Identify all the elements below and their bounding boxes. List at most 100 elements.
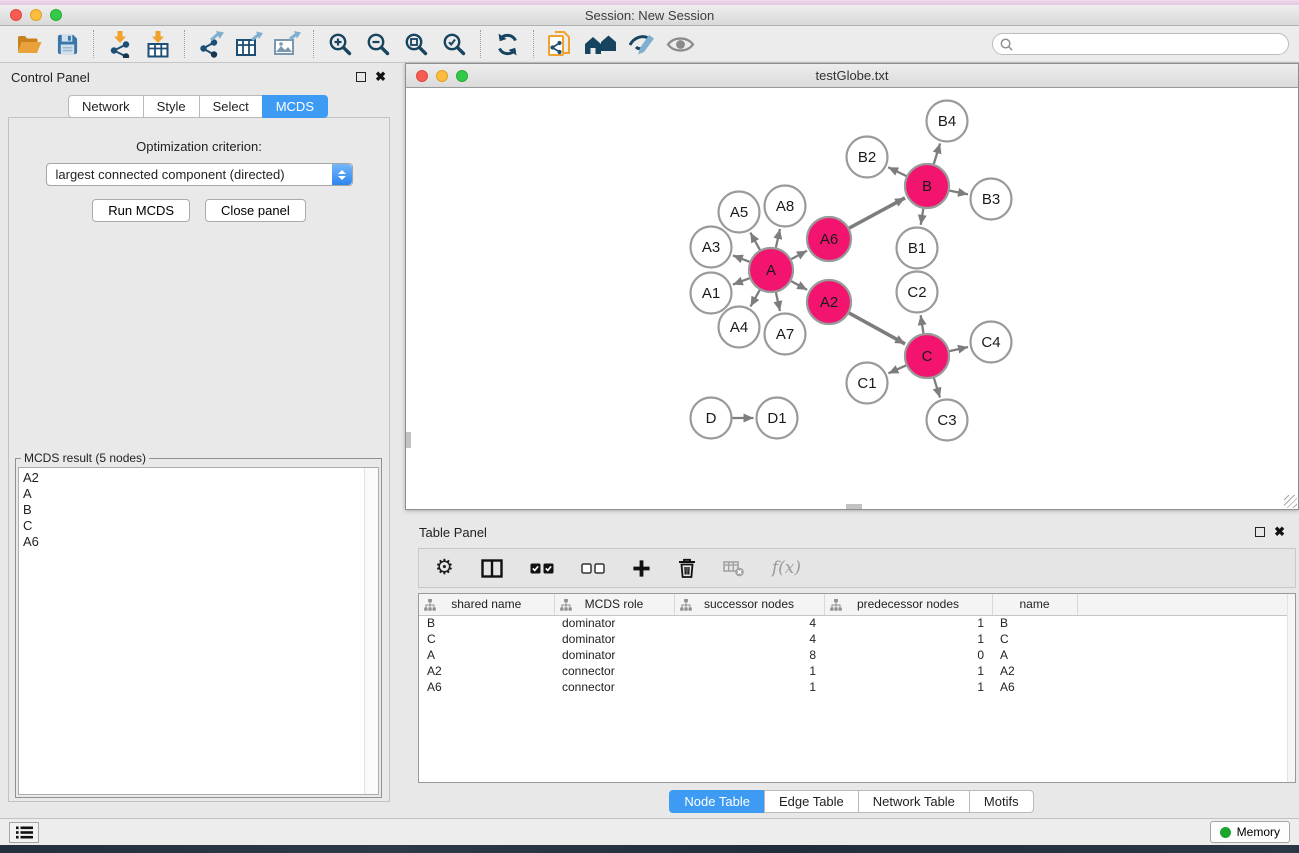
search-box[interactable]	[992, 33, 1289, 55]
import-table-icon[interactable]	[139, 28, 177, 60]
tab-network-table[interactable]: Network Table	[858, 790, 970, 813]
mcds-result-item[interactable]: A2	[23, 470, 374, 486]
zoom-selected-icon[interactable]	[435, 28, 473, 60]
graph-node-A2[interactable]: A2	[807, 280, 851, 324]
graph-edge-A2-C[interactable]	[849, 313, 905, 344]
mcds-result-list[interactable]: A2ABCA6	[18, 467, 379, 795]
run-mcds-button[interactable]: Run MCDS	[92, 199, 190, 222]
float-panel-icon[interactable]	[356, 72, 366, 82]
graph-node-B2[interactable]: B2	[847, 137, 888, 178]
table-cell[interactable]: 1	[674, 663, 824, 679]
tab-mcds[interactable]: MCDS	[262, 95, 328, 118]
table-cell[interactable]: dominator	[554, 615, 674, 631]
table-cell[interactable]: 0	[824, 647, 992, 663]
delete-column-icon[interactable]	[678, 555, 696, 581]
close-table-panel-icon[interactable]: ✖	[1274, 527, 1285, 537]
graph-node-C1[interactable]: C1	[847, 363, 888, 404]
graph-node-C4[interactable]: C4	[971, 322, 1012, 363]
select-all-checkboxes-icon[interactable]	[530, 555, 554, 581]
network-overview-icon[interactable]	[579, 28, 623, 60]
table-row[interactable]: A6connector11A6	[419, 679, 1295, 695]
graph-node-C2[interactable]: C2	[897, 272, 938, 313]
graph-node-B1[interactable]: B1	[897, 228, 938, 269]
network-canvas[interactable]: B4B2BB3A8A5A6A3B1AC2A1A2A4A7C4CC1C3DD1	[406, 89, 1298, 509]
duplicate-network-icon[interactable]	[541, 28, 579, 60]
graph-node-D1[interactable]: D1	[757, 398, 798, 439]
table-cell[interactable]: dominator	[554, 647, 674, 663]
network-graph[interactable]: B4B2BB3A8A5A6A3B1AC2A1A2A4A7C4CC1C3DD1	[406, 89, 1298, 509]
graph-node-B[interactable]: B	[905, 164, 949, 208]
graph-edge-A-A1[interactable]	[733, 278, 750, 284]
graph-node-A1[interactable]: A1	[691, 273, 732, 314]
graph-node-B4[interactable]: B4	[927, 101, 968, 142]
graph-node-A5[interactable]: A5	[719, 192, 760, 233]
resize-grip-icon[interactable]	[1284, 495, 1297, 508]
zoom-in-icon[interactable]	[321, 28, 359, 60]
table-cell[interactable]: 1	[824, 631, 992, 647]
canvas-horizontal-scroll-nub[interactable]	[846, 504, 862, 509]
criterion-select[interactable]: largest connected component (directed)	[46, 163, 353, 186]
export-network-icon[interactable]	[192, 28, 230, 60]
table-cell[interactable]: A2	[992, 663, 1077, 679]
search-input[interactable]	[1018, 37, 1281, 51]
table-cell[interactable]: 1	[824, 679, 992, 695]
graph-edge-A-A6[interactable]	[791, 251, 807, 259]
graph-edge-C-C1[interactable]	[888, 365, 906, 373]
graph-edge-A-A3[interactable]	[733, 255, 750, 261]
graph-node-D[interactable]: D	[691, 398, 732, 439]
table-cell[interactable]: C	[992, 631, 1077, 647]
graph-edge-B-B4[interactable]	[934, 143, 940, 164]
tab-select[interactable]: Select	[199, 95, 263, 118]
close-panel-icon[interactable]: ✖	[375, 72, 386, 82]
graph-edge-A-A4[interactable]	[751, 290, 760, 306]
graph-node-C3[interactable]: C3	[927, 400, 968, 441]
graph-edge-B-B3[interactable]	[950, 191, 968, 195]
table-cell[interactable]: A6	[419, 679, 554, 695]
graph-edge-B-B1[interactable]	[921, 209, 924, 225]
table-scrollbar[interactable]	[1287, 594, 1295, 782]
graph-edge-A-A7[interactable]	[776, 292, 780, 311]
tab-motifs[interactable]: Motifs	[969, 790, 1034, 813]
table-cell[interactable]: dominator	[554, 631, 674, 647]
save-session-icon[interactable]	[48, 28, 86, 60]
deselect-all-checkboxes-icon[interactable]	[581, 555, 605, 581]
result-scrollbar[interactable]	[364, 468, 378, 794]
mcds-result-item[interactable]: B	[23, 502, 374, 518]
task-history-button[interactable]	[9, 822, 39, 843]
table-cell[interactable]: A6	[992, 679, 1077, 695]
graph-edge-C-C3[interactable]	[934, 378, 940, 398]
table-cell[interactable]: 8	[674, 647, 824, 663]
graph-edge-A6-B[interactable]	[849, 198, 905, 228]
graph-node-B3[interactable]: B3	[971, 179, 1012, 220]
show-column-icon[interactable]	[481, 555, 503, 581]
tab-edge-table[interactable]: Edge Table	[764, 790, 859, 813]
table-cell[interactable]: A2	[419, 663, 554, 679]
mcds-result-item[interactable]: C	[23, 518, 374, 534]
mcds-result-item[interactable]: A	[23, 486, 374, 502]
tab-style[interactable]: Style	[143, 95, 200, 118]
table-cell[interactable]: A	[419, 647, 554, 663]
table-row[interactable]: Cdominator41C	[419, 631, 1295, 647]
graph-node-A[interactable]: A	[749, 248, 793, 292]
table-row[interactable]: Adominator80A	[419, 647, 1295, 663]
tab-network[interactable]: Network	[68, 95, 144, 118]
canvas-vertical-scroll-nub[interactable]	[406, 432, 411, 448]
refresh-icon[interactable]	[488, 28, 526, 60]
hide-graphics-details-icon[interactable]	[623, 28, 661, 60]
graph-edge-C-C4[interactable]	[949, 347, 968, 351]
graph-edge-A-A5[interactable]	[750, 233, 760, 250]
delete-table-icon[interactable]	[723, 555, 745, 581]
graph-node-A7[interactable]: A7	[765, 314, 806, 355]
table-cell[interactable]: connector	[554, 663, 674, 679]
create-column-icon[interactable]	[632, 555, 651, 581]
graph-edge-C-C2[interactable]	[921, 315, 924, 333]
table-options-gear-icon[interactable]: ⚙	[435, 555, 454, 581]
close-panel-button[interactable]: Close panel	[205, 199, 306, 222]
column-header-name[interactable]: name	[992, 594, 1077, 615]
graph-node-A3[interactable]: A3	[691, 227, 732, 268]
table-cell[interactable]: 4	[674, 615, 824, 631]
zoom-fit-icon[interactable]	[397, 28, 435, 60]
column-header-predecessor-nodes[interactable]: predecessor nodes	[824, 594, 992, 615]
graph-edge-A-A8[interactable]	[776, 229, 780, 248]
open-session-icon[interactable]	[10, 28, 48, 60]
